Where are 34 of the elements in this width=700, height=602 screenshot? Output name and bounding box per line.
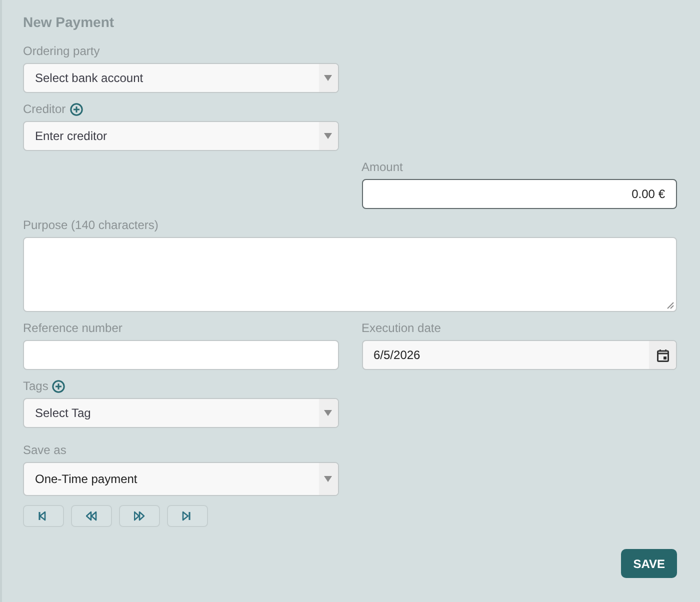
caret-down-icon [324, 133, 332, 139]
field-label: Tags [23, 379, 48, 393]
field-label: Creditor [23, 102, 66, 116]
caret-down-icon [324, 75, 332, 81]
caret-down-icon [324, 476, 332, 482]
field-label: Purpose (140 characters) [23, 218, 158, 232]
skip-forward-icon [182, 511, 193, 521]
dropdown-field[interactable]: Select bank account [23, 63, 338, 93]
amount-field[interactable]: 0.00 € [362, 179, 677, 209]
caret-down-icon [324, 410, 332, 416]
fast-forward-button[interactable] [119, 505, 160, 527]
dropdown-field[interactable]: Select Tag [23, 398, 338, 428]
rewind-button[interactable] [71, 505, 112, 527]
calendar-button[interactable] [649, 341, 676, 369]
field-label: Ordering party [23, 44, 100, 58]
field-label: Save as [23, 443, 66, 457]
skip-to-end-button[interactable] [167, 505, 208, 527]
field-label: Reference number [23, 321, 122, 335]
field-label: Amount [362, 160, 403, 174]
plus-circle-icon[interactable] [70, 102, 83, 116]
rewind-icon [86, 511, 97, 521]
fast-forward-icon [134, 511, 145, 521]
field-label: Execution date [362, 321, 441, 335]
form-title: New Payment [23, 14, 114, 30]
dropdown-field[interactable]: Enter creditor [23, 121, 338, 151]
text-field[interactable] [23, 340, 338, 370]
dropdown-field[interactable]: One-Time payment [23, 462, 338, 496]
resize-grip-icon[interactable] [667, 302, 674, 309]
save-button[interactable]: SAVE [621, 549, 677, 578]
calendar-icon [656, 348, 668, 362]
text-area-field[interactable] [23, 237, 677, 312]
skip-to-start-button[interactable] [23, 505, 64, 527]
plus-circle-icon[interactable] [52, 380, 66, 392]
date-field[interactable]: 6/5/2026 [362, 340, 677, 370]
